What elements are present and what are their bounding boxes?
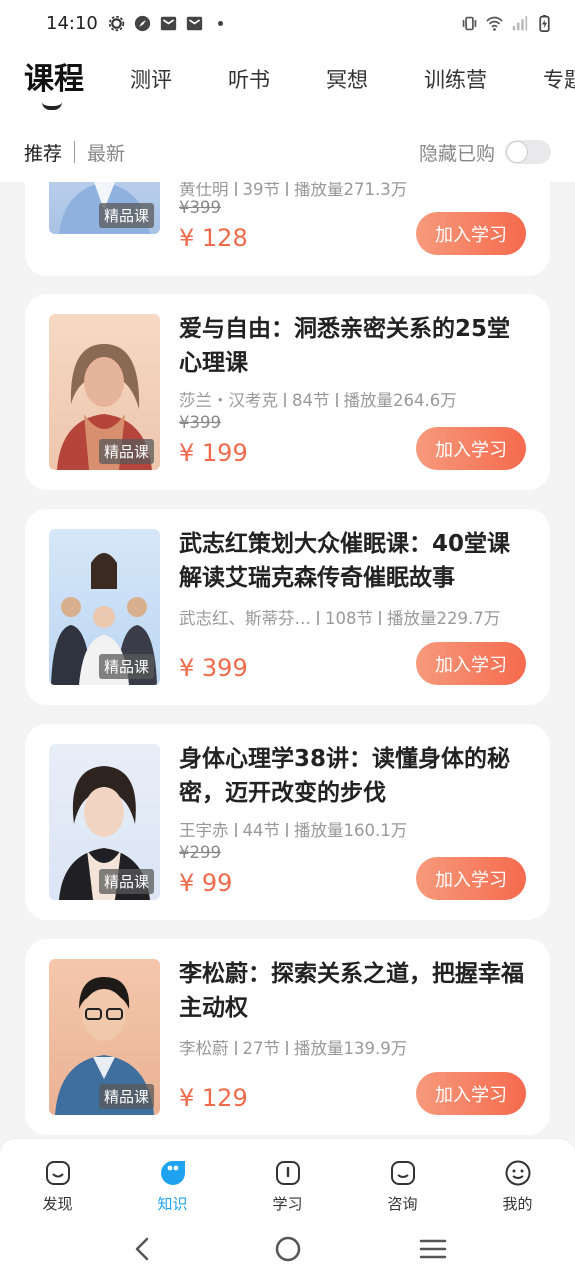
tab-audiobook[interactable]: 听书 (228, 60, 270, 100)
course-lessons: 39节 (242, 180, 281, 199)
course-plays: 播放量160.1万 (294, 821, 408, 840)
course-plays: 播放量264.6万 (343, 391, 457, 410)
course-author: 黄仕明 (179, 180, 229, 199)
join-study-button[interactable]: 加入学习 (416, 427, 526, 470)
premium-badge: 精品课 (98, 1084, 154, 1109)
nav-discover[interactable]: 发现 (0, 1139, 115, 1218)
status-time: 14:10 (46, 12, 98, 34)
course-price: ¥ 399 (179, 654, 248, 682)
compass-icon (134, 15, 151, 32)
wifi-icon (486, 15, 503, 32)
course-author: 李松蔚 (179, 1039, 229, 1058)
course-meta: 莎兰・汉考克 84节 播放量264.6万 (179, 387, 457, 411)
original-price: ¥399 (179, 198, 221, 217)
vibrate-icon (461, 15, 478, 32)
course-author: 王宇赤 (179, 821, 229, 840)
premium-badge: 精品课 (98, 203, 154, 228)
bottom-nav: 发现 知识 学习 咨询 我的 (0, 1138, 575, 1218)
course-card[interactable]: 精品课 武志红策划大众催眠课：40堂课解读艾瑞克森传奇催眠故事 武志红、斯蒂芬…… (25, 509, 550, 705)
active-tab-indicator (42, 102, 62, 110)
sort-latest[interactable]: 最新 (87, 139, 125, 166)
course-card[interactable]: 精品课 身体心理学38讲：读懂身体的秘密，迈开改变的步伐 王宇赤 44节 播放量16… (25, 724, 550, 920)
nav-label: 学习 (272, 1195, 303, 1213)
course-plays: 播放量139.9万 (294, 1039, 408, 1058)
course-thumbnail: 精品课 (49, 959, 160, 1115)
course-meta: 李松蔚 27节 播放量139.9万 (179, 1035, 407, 1059)
settings-icon (108, 15, 125, 32)
nav-label: 我的 (502, 1195, 533, 1213)
battery-charging-icon (536, 14, 553, 32)
join-study-button[interactable]: 加入学习 (416, 857, 526, 900)
tab-course[interactable]: 课程 (24, 60, 84, 110)
header: 课程 测评 听书 冥想 训练营 专题 推荐 最新 隐藏已购 (0, 46, 575, 182)
back-icon[interactable] (129, 1235, 157, 1263)
sort-recommended[interactable]: 推荐 (24, 139, 62, 166)
premium-badge: 精品课 (98, 439, 154, 464)
hide-bought-control: 隐藏已购 (419, 139, 551, 166)
premium-badge: 精品课 (98, 654, 154, 679)
course-title: 武志红策划大众催眠课：40堂课解读艾瑞克森传奇催眠故事 (179, 531, 511, 591)
course-thumbnail: 精品课 (49, 314, 160, 470)
nav-label: 咨询 (387, 1195, 418, 1213)
course-thumbnail: 精品课 (49, 529, 160, 685)
nav-consult[interactable]: 咨询 (345, 1139, 460, 1218)
mail-icon (160, 15, 177, 32)
category-tabs: 课程 测评 听书 冥想 训练营 专题 (24, 60, 575, 110)
join-study-button[interactable]: 加入学习 (416, 212, 526, 255)
course-author: 莎兰・汉考克 (179, 391, 278, 410)
course-price: ¥ 128 (179, 224, 248, 252)
course-lessons: 44节 (242, 821, 281, 840)
course-author: 武志红、斯蒂芬… (179, 609, 311, 628)
hide-bought-toggle[interactable] (505, 140, 551, 164)
original-price: ¥299 (179, 843, 221, 862)
course-price: ¥ 129 (179, 1084, 248, 1112)
course-plays: 播放量271.3万 (294, 180, 408, 199)
course-plays: 播放量229.7万 (387, 609, 501, 628)
course-title: 身体心理学38讲：读懂身体的秘密，迈开改变的步伐 (179, 746, 511, 806)
course-price: ¥ 199 (179, 439, 248, 467)
nav-knowledge[interactable]: 知识 (115, 1139, 230, 1218)
notification-dot-icon (212, 15, 229, 32)
course-lessons: 27节 (242, 1039, 281, 1058)
divider (74, 141, 76, 163)
tab-topic[interactable]: 专题 (543, 60, 575, 100)
course-title: 爱与自由：洞悉亲密关系的25堂心理课 (179, 316, 511, 376)
system-nav-bar (0, 1218, 575, 1280)
course-title: 李松蔚：探索关系之道，把握幸福主动权 (179, 961, 524, 1021)
discover-icon (45, 1161, 70, 1185)
home-icon[interactable] (274, 1235, 302, 1263)
profile-icon (505, 1160, 530, 1186)
tab-label: 课程 (24, 62, 84, 97)
premium-badge: 精品课 (98, 869, 154, 894)
join-study-button[interactable]: 加入学习 (416, 642, 526, 685)
tab-camp[interactable]: 训练营 (424, 60, 487, 100)
hide-bought-label: 隐藏已购 (418, 142, 495, 165)
tab-meditation[interactable]: 冥想 (326, 60, 368, 100)
menu-icon[interactable] (419, 1235, 447, 1263)
study-icon (275, 1161, 300, 1185)
mail-icon (186, 15, 203, 32)
nav-study[interactable]: 学习 (230, 1139, 345, 1218)
consult-icon (390, 1161, 415, 1185)
toggle-knob (506, 141, 528, 163)
course-lessons: 84节 (292, 391, 330, 410)
nav-label: 知识 (157, 1195, 188, 1213)
nav-mine[interactable]: 我的 (460, 1139, 575, 1218)
sort-row: 推荐 最新 隐藏已购 (24, 138, 551, 166)
course-thumbnail: 精品课 (49, 744, 160, 900)
course-card[interactable]: 精品课 爱与自由：洞悉亲密关系的25堂心理课 莎兰・汉考克 84节 播放量264.6… (25, 294, 550, 490)
knowledge-icon (160, 1161, 185, 1185)
join-study-button[interactable]: 加入学习 (416, 1072, 526, 1115)
course-card[interactable]: 精品课 李松蔚：探索关系之道，把握幸福主动权 李松蔚 27节 播放量139.9万 ¥… (25, 939, 550, 1135)
original-price: ¥399 (179, 413, 221, 432)
course-lessons: 108节 (325, 609, 373, 628)
signal-icon (511, 15, 528, 32)
course-price: ¥ 99 (179, 869, 233, 897)
course-meta: 武志红、斯蒂芬… 108节 播放量229.7万 (179, 605, 500, 629)
tab-assessment[interactable]: 测评 (130, 60, 172, 100)
status-bar: 14:10 (0, 0, 575, 46)
nav-label: 发现 (42, 1195, 73, 1213)
course-meta: 王宇赤 44节 播放量160.1万 (179, 817, 407, 841)
